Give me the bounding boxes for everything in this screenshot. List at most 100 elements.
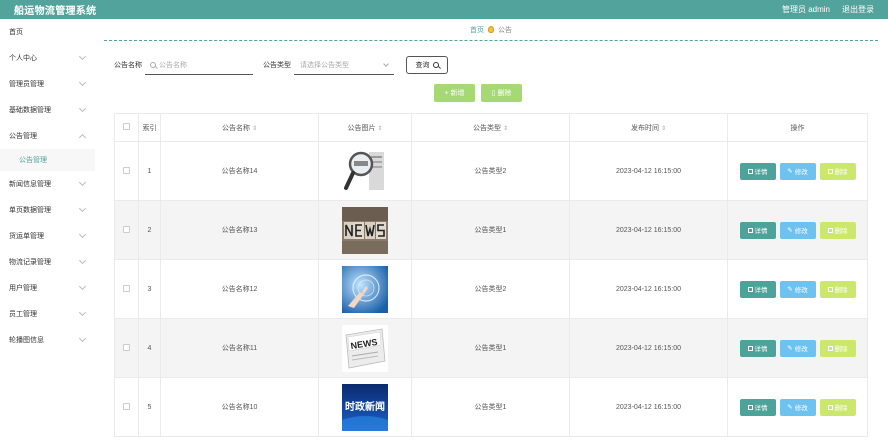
type-search-label: 公告类型 (263, 62, 291, 69)
col-time[interactable]: 发布时间 ⇕ (569, 113, 728, 142)
row-type: 公告类型2 (411, 259, 570, 319)
col-time-label: 发布时间 (630, 124, 659, 132)
delete-label: 删除 (834, 228, 848, 235)
detail-label: 详情 (754, 169, 768, 176)
table-row: 1 公告名称14 公告类型2 2023-04-12 16:15:00 详情 ✎ … (114, 141, 868, 201)
delete-button[interactable]: 删除 (819, 162, 856, 180)
col-actions-label: 操作 (790, 124, 805, 132)
chevron-down-icon (78, 78, 87, 87)
batch-delete-button[interactable]: ▯ 删除 (481, 84, 522, 102)
sidebar-item-label: 用户管理 (9, 285, 37, 292)
edit-button[interactable]: ✎ 修改 (779, 221, 816, 239)
edit-button[interactable]: ✎ 修改 (779, 398, 816, 416)
select-all-checkbox[interactable] (123, 123, 130, 130)
chevron-down-icon (78, 230, 87, 239)
breadcrumb-home[interactable]: 首页 (470, 25, 484, 35)
plus-icon: + (444, 89, 449, 97)
sidebar-item-news[interactable]: 新闻信息管理 (0, 171, 95, 197)
detail-button[interactable]: 详情 (739, 162, 776, 180)
sidebar-item-logistics[interactable]: 物流记录管理 (0, 249, 95, 275)
news-magnifier-image[interactable] (342, 147, 388, 195)
col-index-label: 索引 (142, 124, 157, 132)
detail-button[interactable]: 详情 (739, 221, 776, 239)
sort-icon[interactable]: ⇕ (377, 125, 382, 132)
sidebar-item-label: 管理员管理 (9, 81, 44, 88)
sidebar-item-carousel[interactable]: 轮播图信息 (0, 327, 95, 353)
chevron-down-icon (78, 308, 87, 317)
col-name[interactable]: 公告名称 ⇕ (160, 113, 319, 142)
row-checkbox[interactable] (123, 166, 130, 174)
delete-button[interactable]: 删除 (819, 398, 856, 416)
delete-button[interactable]: 删除 (819, 339, 856, 357)
detail-button[interactable]: 详情 (739, 339, 776, 357)
delete-label: 删除 (834, 287, 848, 294)
query-button[interactable]: 查询 (406, 56, 448, 74)
news-touch-image[interactable] (342, 265, 388, 313)
action-bar: + 新增 ▯ 删除 (434, 84, 522, 102)
edit-button[interactable]: ✎ 修改 (779, 280, 816, 298)
sidebar-item-profile[interactable]: 个人中心 (0, 45, 95, 71)
sidebar-item-single-page[interactable]: 单页数据管理 (0, 197, 95, 223)
sidebar-item-admin[interactable]: 管理员管理 (0, 71, 95, 97)
current-user: 管理员 admin (781, 5, 830, 14)
query-button-label: 查询 (415, 62, 430, 69)
row-checkbox[interactable] (123, 225, 130, 233)
document-icon (747, 227, 753, 233)
app-title: 船运物流管理系统 (14, 6, 97, 17)
sidebar-item-basic-data[interactable]: 基础数据管理 (0, 97, 95, 123)
row-type: 公告类型1 (411, 377, 570, 437)
chevron-down-icon (78, 204, 87, 213)
detail-label: 详情 (754, 346, 768, 353)
sidebar-item-label: 轮播图信息 (9, 337, 44, 344)
row-checkbox[interactable] (123, 402, 130, 410)
type-select[interactable]: 请选择公告类型 (294, 56, 394, 75)
sidebar-item-label: 首页 (9, 29, 23, 36)
row-index: 1 (138, 141, 161, 201)
edit-button[interactable]: ✎ 修改 (779, 339, 816, 357)
row-name: 公告名称12 (160, 259, 319, 319)
col-image[interactable]: 公告图片 ⇕ (318, 113, 412, 142)
sort-icon[interactable]: ⇕ (503, 125, 508, 132)
politics-news-image[interactable]: 时政新闻 (342, 383, 388, 431)
table-row: 5 公告名称10 时政新闻 公告类型1 2023-04-12 16:15:00 … (114, 377, 868, 437)
sidebar-subitem-notice[interactable]: 公告管理 (0, 149, 95, 171)
table-row: 4 公告名称11 NEWS 公告类型1 2023-04-12 16:15:00 (114, 318, 868, 378)
row-checkbox[interactable] (123, 284, 130, 292)
sidebar-item-waybill[interactable]: 货运单管理 (0, 223, 95, 249)
detail-label: 详情 (754, 228, 768, 235)
detail-button[interactable]: 详情 (739, 280, 776, 298)
sort-icon[interactable]: ⇕ (252, 125, 257, 132)
sidebar-item-staff[interactable]: 员工管理 (0, 301, 95, 327)
sidebar-item-label: 员工管理 (9, 311, 37, 318)
edit-button[interactable]: ✎ 修改 (779, 162, 816, 180)
pencil-icon: ✎ (787, 227, 793, 234)
delete-button[interactable]: 删除 (819, 280, 856, 298)
detail-label: 详情 (754, 287, 768, 294)
add-button[interactable]: + 新增 (434, 84, 475, 102)
sidebar-item-notice[interactable]: 公告管理 (0, 123, 95, 149)
batch-delete-label: 删除 (497, 90, 512, 97)
row-type: 公告类型1 (411, 318, 570, 378)
name-search-input[interactable]: 公告名称 (145, 56, 253, 75)
chevron-down-icon (78, 178, 87, 187)
edit-label: 修改 (794, 169, 808, 176)
logout-link[interactable]: 退出登录 (842, 4, 874, 15)
pencil-icon: ✎ (787, 168, 793, 175)
row-name: 公告名称13 (160, 200, 319, 260)
document-icon (747, 404, 753, 410)
news-paper-image[interactable]: NEWS (342, 324, 388, 372)
news-blocks-image[interactable] (342, 206, 388, 254)
sidebar-item-home[interactable]: 首页 (0, 19, 95, 45)
search-icon (150, 61, 156, 68)
trash-icon (827, 404, 833, 410)
sort-icon[interactable]: ⇕ (661, 125, 666, 132)
row-name: 公告名称10 (160, 377, 319, 437)
col-type[interactable]: 公告类型 ⇕ (411, 113, 570, 142)
row-checkbox[interactable] (123, 343, 130, 351)
detail-button[interactable]: 详情 (739, 398, 776, 416)
delete-button[interactable]: 删除 (819, 221, 856, 239)
pencil-icon: ✎ (787, 404, 793, 411)
sidebar-item-users[interactable]: 用户管理 (0, 275, 95, 301)
chevron-down-icon (78, 334, 87, 343)
row-time: 2023-04-12 16:15:00 (569, 200, 728, 260)
